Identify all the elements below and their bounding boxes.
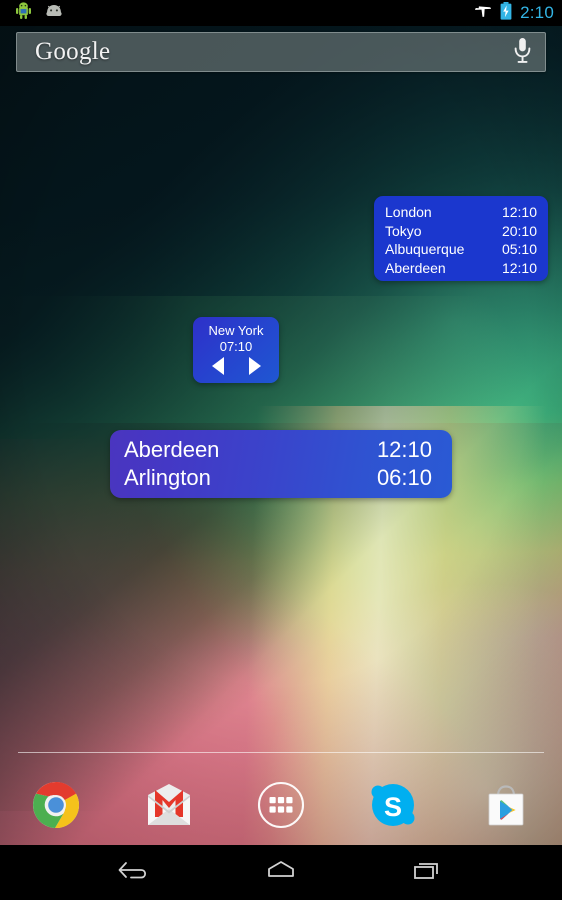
new-york-clock-widget[interactable]: New York 07:10 xyxy=(193,317,279,383)
widget-nav-arrows[interactable] xyxy=(199,357,273,375)
dock-divider xyxy=(18,752,544,753)
clock-row: Tokyo 20:10 xyxy=(385,222,537,241)
status-bar-clock: 2:10 xyxy=(520,3,554,22)
dock-item-app-drawer[interactable] xyxy=(225,766,337,844)
microphone-icon[interactable] xyxy=(512,36,533,69)
clock-city: New York xyxy=(208,323,264,338)
android-notification-icon xyxy=(16,2,31,24)
clock-time: 05:10 xyxy=(501,241,537,257)
play-store-icon[interactable] xyxy=(481,780,531,830)
android-head-icon xyxy=(45,4,63,22)
clock-city: Arlington xyxy=(124,465,211,490)
status-bar-system-icons[interactable]: 2:10 xyxy=(475,1,554,25)
dock-item-gmail[interactable] xyxy=(112,766,224,844)
arrow-left-icon[interactable] xyxy=(211,357,224,375)
large-world-clock-widget[interactable]: Aberdeen 12:10 Arlington 06:10 xyxy=(110,430,452,498)
clock-time: 06:10 xyxy=(376,465,432,490)
clock-time: 07:10 xyxy=(219,339,253,354)
home-screen-wallpaper xyxy=(0,0,562,845)
nav-button-back[interactable] xyxy=(102,851,166,895)
recents-icon xyxy=(411,859,445,886)
world-clock-list-widget[interactable]: London 12:10 Tokyo 20:10 Albuquerque 05:… xyxy=(374,196,548,281)
airplane-mode-icon xyxy=(475,2,492,24)
nav-button-home[interactable] xyxy=(249,851,313,895)
dock-item-play-store[interactable] xyxy=(450,766,562,844)
nav-button-recents[interactable] xyxy=(396,851,460,895)
clock-city: London xyxy=(385,204,432,220)
home-icon xyxy=(264,859,298,886)
dock-item-skype[interactable]: S xyxy=(337,766,449,844)
clock-row: London 12:10 xyxy=(385,203,537,222)
status-bar-notifications[interactable] xyxy=(16,2,63,24)
wallpaper-vignette xyxy=(0,0,562,845)
back-arrow-icon xyxy=(117,859,151,886)
system-navigation-bar xyxy=(0,845,562,900)
clock-row: Aberdeen 12:10 xyxy=(385,259,537,278)
clock-city: Albuquerque xyxy=(385,241,465,257)
skype-icon[interactable]: S xyxy=(368,780,418,830)
gmail-icon[interactable] xyxy=(144,780,194,830)
clock-time: 12:10 xyxy=(501,259,537,276)
svg-text:S: S xyxy=(384,792,402,822)
clock-row: Albuquerque 05:10 xyxy=(385,240,537,259)
favorites-dock: S xyxy=(0,766,562,844)
google-search-bar[interactable]: Google xyxy=(16,32,546,72)
clock-time: 12:10 xyxy=(501,204,537,220)
app-drawer-icon[interactable] xyxy=(256,780,306,830)
arrow-right-icon[interactable] xyxy=(248,357,261,375)
status-bar[interactable]: 2:10 xyxy=(0,0,562,26)
clock-time: 20:10 xyxy=(501,222,537,239)
battery-charging-icon xyxy=(500,1,512,25)
chrome-icon[interactable] xyxy=(31,780,81,830)
dock-item-chrome[interactable] xyxy=(0,766,112,844)
clock-city: Aberdeen xyxy=(385,259,446,276)
clock-city: Tokyo xyxy=(385,222,422,239)
clock-row: Aberdeen 12:10 xyxy=(124,436,432,464)
clock-city: Aberdeen xyxy=(124,437,220,462)
clock-row: Arlington 06:10 xyxy=(124,464,432,492)
google-logo: Google xyxy=(35,38,111,65)
clock-time: 12:10 xyxy=(376,437,432,462)
